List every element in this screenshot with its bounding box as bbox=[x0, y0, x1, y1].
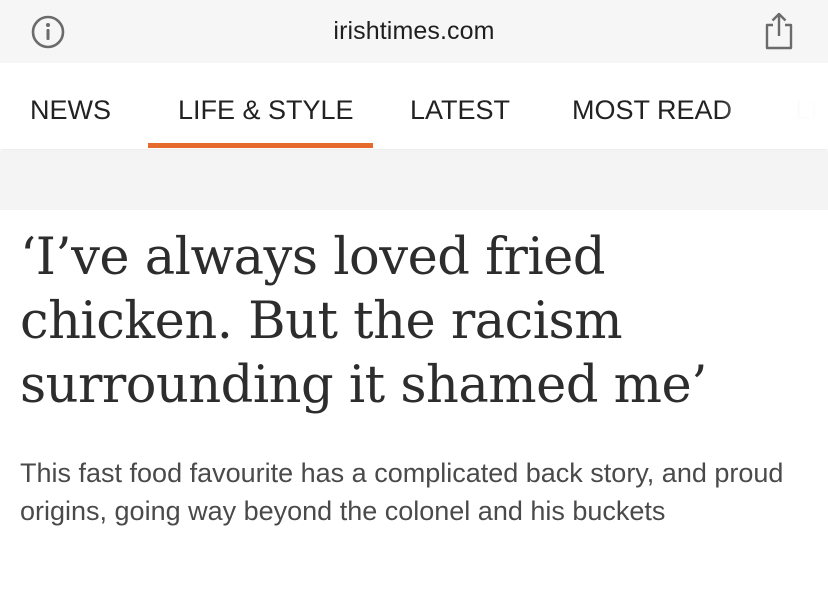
nav-item-partial[interactable]: LI bbox=[795, 95, 818, 126]
nav-item-latest[interactable]: LATEST bbox=[410, 95, 510, 126]
ad-placeholder bbox=[0, 151, 828, 210]
share-icon[interactable] bbox=[762, 11, 796, 51]
nav-item-most-read[interactable]: MOST READ bbox=[572, 95, 732, 126]
nav-item-news[interactable]: NEWS bbox=[30, 95, 111, 126]
article-standfirst: This fast food favourite has a complicat… bbox=[20, 458, 784, 526]
browser-address-bar: irishtimes.com bbox=[0, 0, 828, 63]
url-text[interactable]: irishtimes.com bbox=[0, 17, 828, 46]
nav-item-life-style[interactable]: LIFE & STYLE bbox=[178, 95, 354, 126]
active-tab-indicator bbox=[148, 143, 373, 148]
section-nav: NEWS LIFE & STYLE LATEST MOST READ LI bbox=[0, 63, 828, 149]
article-headline: ‘I’ve always loved fried chicken. But th… bbox=[20, 228, 707, 415]
